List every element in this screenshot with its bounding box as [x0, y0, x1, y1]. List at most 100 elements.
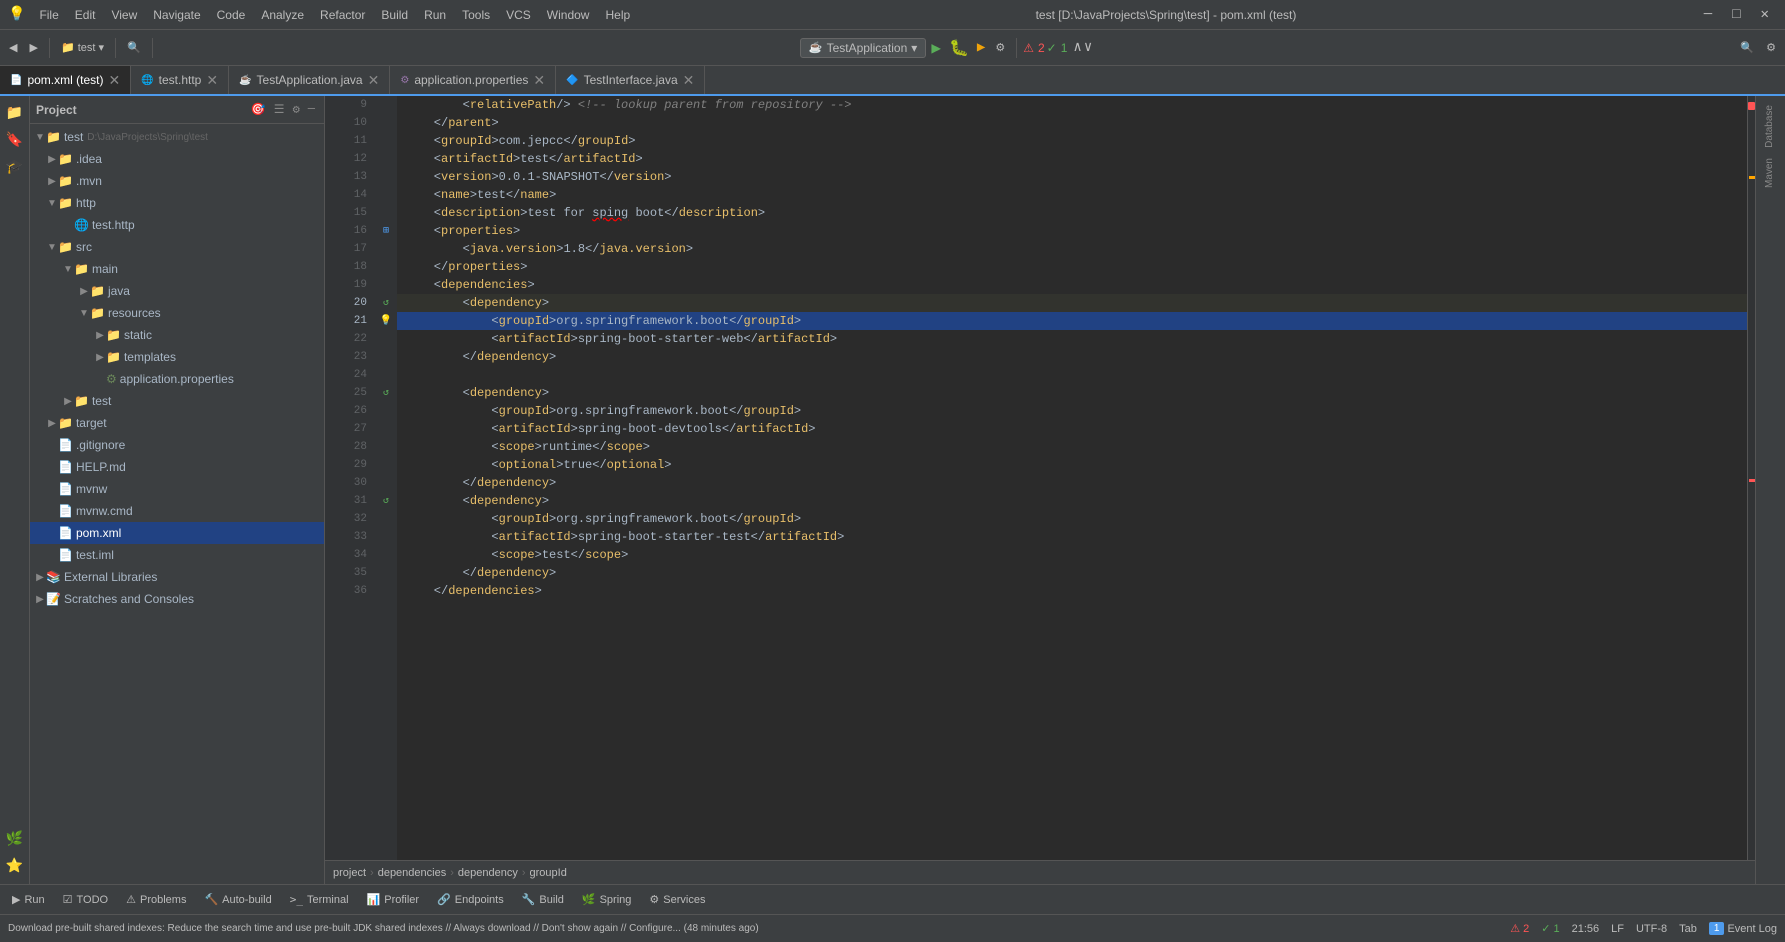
tree-static[interactable]: ▶ 📁 static	[30, 324, 324, 346]
tree-test-http[interactable]: 🌐 test.http	[30, 214, 324, 236]
gutter-31[interactable]: ↺	[375, 492, 397, 510]
file-tree[interactable]: ▼ 📁 test D:\JavaProjects\Spring\test ▶ 📁…	[30, 124, 324, 884]
menu-vcs[interactable]: VCS	[500, 6, 537, 24]
bottom-tab-autobuild[interactable]: 🔨 Auto-build	[196, 890, 279, 909]
code-line-13[interactable]: <version>0.0.1-SNAPSHOT</version>	[397, 168, 1747, 186]
code-editor[interactable]: <relativePath/> <!-- lookup parent from …	[397, 96, 1747, 860]
tab-close-http[interactable]: ✕	[206, 72, 218, 89]
menu-build[interactable]: Build	[375, 6, 414, 24]
toolbar-forward-button[interactable]: ▶	[24, 38, 42, 57]
code-line-18[interactable]: </properties>	[397, 258, 1747, 276]
code-line-20[interactable]: <dependency>	[397, 294, 1747, 312]
panel-settings-button[interactable]: ⚙	[290, 101, 303, 118]
menu-refactor[interactable]: Refactor	[314, 6, 371, 24]
status-line-col[interactable]: 21:56	[1572, 923, 1600, 935]
tree-target[interactable]: ▶ 📁 target	[30, 412, 324, 434]
code-line-28[interactable]: <scope>runtime</scope>	[397, 438, 1747, 456]
tab-close-pom[interactable]: ✕	[108, 72, 120, 89]
code-line-33[interactable]: <artifactId>spring-boot-starter-test</ar…	[397, 528, 1747, 546]
code-line-9[interactable]: <relativePath/> <!-- lookup parent from …	[397, 96, 1747, 114]
bottom-tab-problems[interactable]: ⚠ Problems	[118, 890, 194, 909]
tree-pom-xml[interactable]: 📄 pom.xml	[30, 522, 324, 544]
tree-mvn[interactable]: ▶ 📁 .mvn	[30, 170, 324, 192]
learn-tool-button[interactable]: 🎓	[2, 155, 28, 180]
toolbar-search-button[interactable]: 🔍	[122, 38, 146, 57]
tree-scratches[interactable]: ▶ 📝 Scratches and Consoles	[30, 588, 324, 610]
expand-icon[interactable]: ∨	[1084, 39, 1092, 56]
code-line-29[interactable]: <optional>true</optional>	[397, 456, 1747, 474]
breadcrumb-dependencies[interactable]: dependencies	[378, 867, 447, 879]
code-line-31[interactable]: <dependency>	[397, 492, 1747, 510]
status-errors[interactable]: ⚠ 2	[1510, 922, 1529, 935]
status-indent[interactable]: Tab	[1679, 923, 1697, 935]
code-line-23[interactable]: </dependency>	[397, 348, 1747, 366]
favorites-tool-button[interactable]: ⭐	[2, 854, 28, 879]
locate-file-button[interactable]: 🎯	[248, 101, 269, 118]
code-line-30[interactable]: </dependency>	[397, 474, 1747, 492]
tree-root[interactable]: ▼ 📁 test D:\JavaProjects\Spring\test	[30, 126, 324, 148]
coverage-button[interactable]: ▶	[974, 39, 988, 56]
code-line-11[interactable]: <groupId>com.jepcc</groupId>	[397, 132, 1747, 150]
collapse-expand[interactable]: ∧ ∨	[1073, 39, 1092, 56]
run-button[interactable]: ▶	[928, 38, 944, 58]
tree-resources[interactable]: ▼ 📁 resources	[30, 302, 324, 324]
tab-pom-xml[interactable]: 📄 pom.xml (test) ✕	[0, 66, 131, 94]
code-line-12[interactable]: <artifactId>test</artifactId>	[397, 150, 1747, 168]
debug-button[interactable]: 🐛	[946, 38, 972, 58]
tab-close-props[interactable]: ✕	[533, 72, 545, 89]
run-configuration[interactable]: ☕ TestApplication ▾	[800, 38, 926, 58]
tree-http-folder[interactable]: ▼ 📁 http	[30, 192, 324, 214]
bottom-tab-services[interactable]: ⚙ Services	[641, 890, 713, 909]
code-line-26[interactable]: <groupId>org.springframework.boot</group…	[397, 402, 1747, 420]
project-tool-button[interactable]: 📁	[2, 101, 28, 126]
collapse-icon[interactable]: ∧	[1073, 39, 1081, 56]
tree-templates[interactable]: ▶ 📁 templates	[30, 346, 324, 368]
toolbar-back-button[interactable]: ◀	[4, 38, 22, 57]
code-line-15[interactable]: <description>test for sping boot</descri…	[397, 204, 1747, 222]
database-tool-button[interactable]: Database	[1760, 101, 1782, 152]
settings-button[interactable]: ⚙	[1761, 38, 1781, 57]
tree-mvnwcmd[interactable]: 📄 mvnw.cmd	[30, 500, 324, 522]
tab-testapplication[interactable]: ☕ TestApplication.java ✕	[229, 66, 390, 94]
menu-navigate[interactable]: Navigate	[147, 6, 206, 24]
git-tool-button[interactable]: 🌿	[2, 827, 28, 852]
toolbar-more-run-button[interactable]: ⚙	[990, 38, 1010, 57]
bottom-tab-profiler[interactable]: 📊 Profiler	[359, 890, 428, 909]
breadcrumb-dependency[interactable]: dependency	[458, 867, 518, 879]
code-line-19[interactable]: <dependencies>	[397, 276, 1747, 294]
tree-mvnw[interactable]: 📄 mvnw	[30, 478, 324, 500]
menu-edit[interactable]: Edit	[69, 6, 102, 24]
event-log-button[interactable]: 1 Event Log	[1709, 922, 1777, 935]
menu-code[interactable]: Code	[211, 6, 252, 24]
bottom-tab-todo[interactable]: ☑ TODO	[55, 890, 116, 909]
code-line-27[interactable]: <artifactId>spring-boot-devtools</artifa…	[397, 420, 1747, 438]
tree-src[interactable]: ▼ 📁 src	[30, 236, 324, 258]
breadcrumb-project[interactable]: project	[333, 867, 366, 879]
menu-run[interactable]: Run	[418, 6, 452, 24]
breadcrumb-groupid[interactable]: groupId	[530, 867, 567, 879]
tab-testinterface[interactable]: 🔷 TestInterface.java ✕	[556, 66, 705, 94]
tab-app-properties[interactable]: ⚙ application.properties ✕	[390, 66, 556, 94]
menu-tools[interactable]: Tools	[456, 6, 496, 24]
status-encoding[interactable]: UTF-8	[1636, 923, 1667, 935]
tree-main[interactable]: ▼ 📁 main	[30, 258, 324, 280]
toolbar-project-button[interactable]: 📁 test ▾	[56, 38, 109, 57]
menu-bar[interactable]: File Edit View Navigate Code Analyze Ref…	[33, 6, 636, 24]
bottom-tab-build[interactable]: 🔧 Build	[514, 890, 572, 909]
status-warnings[interactable]: ✓ 1	[1541, 922, 1559, 935]
check-count[interactable]: ✓ 1	[1047, 41, 1068, 55]
search-everywhere-button[interactable]: 🔍	[1735, 38, 1759, 57]
tree-helpmd[interactable]: 📄 HELP.md	[30, 456, 324, 478]
code-line-16[interactable]: <properties>	[397, 222, 1747, 240]
tree-test-iml[interactable]: 📄 test.iml	[30, 544, 324, 566]
menu-help[interactable]: Help	[599, 6, 636, 24]
code-line-36[interactable]: </dependencies>	[397, 582, 1747, 600]
maven-tool-button[interactable]: Maven	[1760, 154, 1782, 192]
code-line-22[interactable]: <artifactId>spring-boot-starter-web</art…	[397, 330, 1747, 348]
tree-ext-libs[interactable]: ▶ 📚 External Libraries	[30, 566, 324, 588]
tree-app-properties[interactable]: ⚙ application.properties	[30, 368, 324, 390]
tree-gitignore[interactable]: 📄 .gitignore	[30, 434, 324, 456]
tab-test-http[interactable]: 🌐 test.http ✕	[131, 66, 229, 94]
code-line-34[interactable]: <scope>test</scope>	[397, 546, 1747, 564]
gutter-21-bulb[interactable]: 💡	[375, 312, 397, 330]
